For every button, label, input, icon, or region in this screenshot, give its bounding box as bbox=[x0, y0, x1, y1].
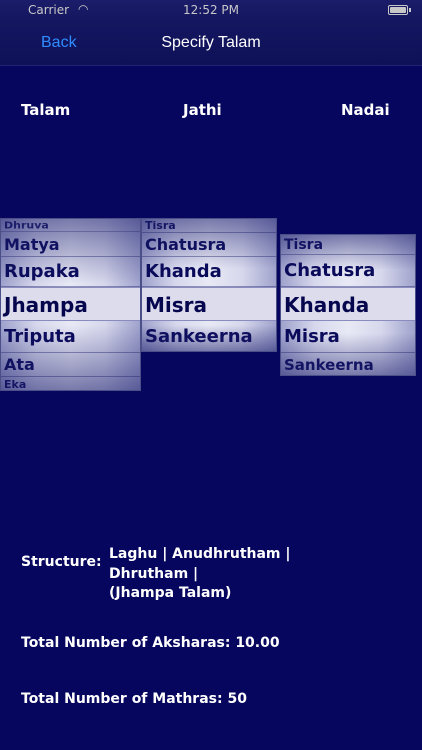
picker-item[interactable]: Eka bbox=[1, 377, 140, 390]
total-mathras: Total Number of Mathras: 50 bbox=[21, 691, 247, 707]
picker-item[interactable]: Sankeerna bbox=[142, 321, 276, 351]
nadai-picker[interactable]: Tisra Chatusra Khanda Misra Sankeerna bbox=[280, 234, 416, 376]
status-bar: Carrier ◠ 12:52 PM bbox=[0, 0, 422, 22]
battery-tip-icon bbox=[409, 8, 411, 12]
structure-line: (Jhampa Talam) bbox=[109, 585, 232, 601]
structure-line: Laghu | Anudhrutham | bbox=[109, 546, 291, 562]
picker-item[interactable]: Rupaka bbox=[1, 257, 140, 287]
picker-item[interactable]: Tisra bbox=[281, 235, 415, 255]
page-title: Specify Talam bbox=[161, 34, 261, 51]
structure-label: Structure: bbox=[21, 554, 102, 570]
picker-item[interactable]: Dhruva bbox=[1, 220, 140, 232]
talam-picker[interactable]: Dhruva Matya Rupaka Jhampa Triputa Ata E… bbox=[0, 218, 141, 391]
picker-item[interactable]: Sankeerna bbox=[281, 353, 415, 375]
clock: 12:52 PM bbox=[183, 3, 239, 17]
picker-selected-item[interactable]: Jhampa bbox=[1, 287, 140, 321]
battery-icon bbox=[388, 5, 408, 15]
column-header-jathi: Jathi bbox=[183, 101, 222, 119]
navigation-bar: Back Specify Talam bbox=[0, 22, 422, 66]
picker-item[interactable]: Ata bbox=[1, 353, 140, 377]
column-header-talam: Talam bbox=[21, 101, 71, 119]
picker-item[interactable]: Chatusra bbox=[281, 255, 415, 287]
structure-line: Dhrutham | bbox=[109, 566, 199, 582]
total-aksharas: Total Number of Aksharas: 10.00 bbox=[21, 635, 280, 651]
picker-item[interactable]: Tisra bbox=[142, 219, 276, 233]
picker-selected-item[interactable]: Misra bbox=[142, 287, 276, 321]
column-header-nadai: Nadai bbox=[341, 101, 390, 119]
picker-item[interactable]: Triputa bbox=[1, 321, 140, 353]
picker-item[interactable]: Matya bbox=[1, 233, 140, 257]
picker-item[interactable]: Khanda bbox=[142, 257, 276, 287]
picker-item[interactable]: Chatusra bbox=[142, 233, 276, 257]
picker-selected-item[interactable]: Khanda bbox=[281, 287, 415, 321]
jathi-picker[interactable]: Tisra Chatusra Khanda Misra Sankeerna bbox=[141, 218, 277, 352]
picker-item[interactable]: Misra bbox=[281, 321, 415, 353]
